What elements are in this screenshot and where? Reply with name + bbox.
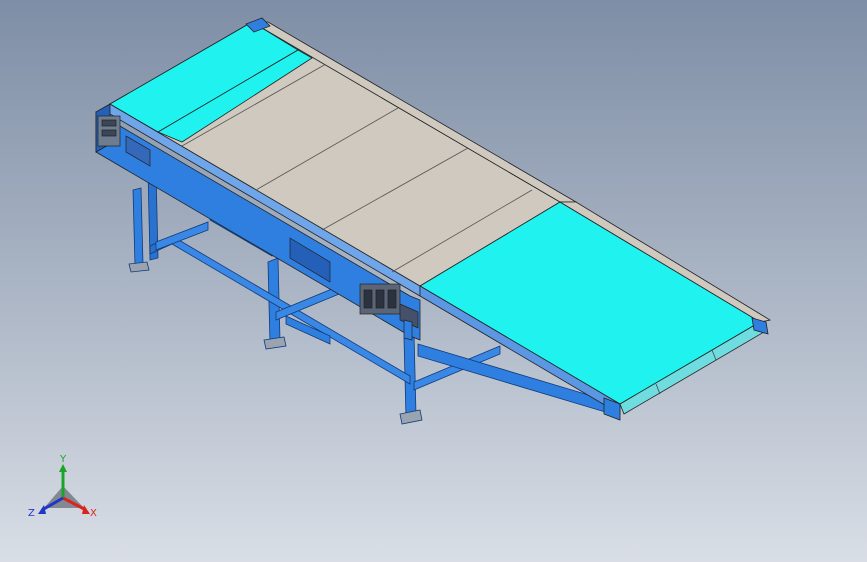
- conveyor-model-scene: Y X Z: [0, 0, 867, 562]
- cad-viewport[interactable]: Y X Z: [0, 0, 867, 562]
- z-axis-label: Z: [28, 508, 35, 519]
- y-axis-label: Y: [59, 454, 67, 465]
- x-axis-label: X: [90, 508, 97, 519]
